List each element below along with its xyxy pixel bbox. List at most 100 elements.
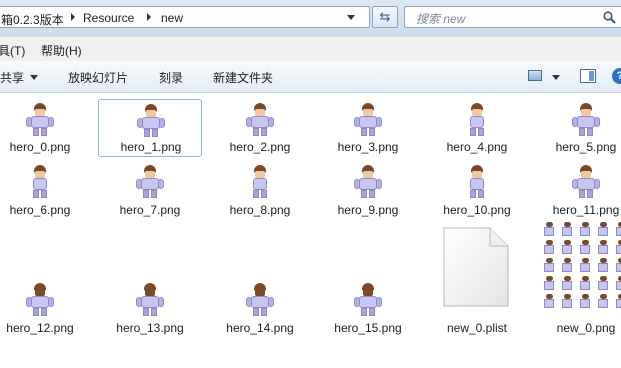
address-history-dropdown-icon[interactable] xyxy=(347,15,355,20)
menu-tools[interactable]: 具(T) xyxy=(0,42,25,59)
hero-sprite-thumbnail xyxy=(352,163,384,199)
file-name: hero_8.png xyxy=(229,203,291,217)
file-name: hero_7.png xyxy=(119,203,181,217)
file-name: hero_0.png xyxy=(9,140,71,154)
search-box[interactable]: 搜索 new xyxy=(404,6,621,28)
share-button[interactable]: 共享 xyxy=(0,69,39,86)
refresh-button[interactable]: ⇆ xyxy=(372,6,398,28)
burn-button[interactable]: 刻录 xyxy=(159,69,183,86)
file-item[interactable]: hero_7.png xyxy=(98,163,202,219)
file-item[interactable]: hero_5.png xyxy=(534,101,621,157)
hero-sprite-thumbnail xyxy=(24,163,56,199)
file-item-selected[interactable]: hero_1.png xyxy=(98,99,202,157)
file-list: hero_0.png hero_1.png hero_2.png hero_3.… xyxy=(0,93,621,368)
file-item[interactable]: hero_11.png xyxy=(534,163,621,219)
sprite-frame xyxy=(577,239,593,257)
view-options-icon[interactable] xyxy=(528,70,542,81)
search-placeholder: 搜索 new xyxy=(416,12,466,26)
file-item[interactable]: new_0.png xyxy=(534,221,621,337)
sprite-frame xyxy=(559,221,575,239)
file-item[interactable]: hero_4.png xyxy=(425,101,529,157)
file-name: new_0.plist xyxy=(446,321,508,335)
sprite-frame xyxy=(559,275,575,293)
chevron-down-icon xyxy=(30,75,39,80)
hero-sprite-thumbnail xyxy=(570,101,602,137)
file-name: hero_15.png xyxy=(334,321,402,335)
sprite-frame xyxy=(541,239,557,257)
slideshow-button[interactable]: 放映幻灯片 xyxy=(68,69,128,86)
file-name: hero_5.png xyxy=(555,140,617,154)
share-label: 共享 xyxy=(0,71,25,85)
breadcrumb-item-new[interactable]: new xyxy=(161,11,183,25)
file-item[interactable]: hero_13.png xyxy=(98,281,202,337)
file-item[interactable]: hero_15.png xyxy=(316,281,420,337)
file-name: hero_9.png xyxy=(337,203,399,217)
document-icon xyxy=(443,227,509,307)
sprite-frame xyxy=(559,293,575,311)
sprite-frame xyxy=(541,293,557,311)
file-item[interactable]: new_0.plist xyxy=(425,227,529,337)
file-item[interactable]: hero_12.png xyxy=(0,281,92,337)
file-name: hero_4.png xyxy=(446,140,508,154)
file-name: hero_3.png xyxy=(337,140,399,154)
sprite-frame xyxy=(613,221,621,239)
new-folder-button[interactable]: 新建文件夹 xyxy=(213,69,273,86)
file-name: hero_1.png xyxy=(120,140,182,154)
file-name: new_0.png xyxy=(556,321,616,335)
hero-sprite-thumbnail xyxy=(244,281,276,317)
hero-sprite-thumbnail xyxy=(244,163,276,199)
search-icon[interactable] xyxy=(603,11,616,24)
hero-sprite-thumbnail xyxy=(24,101,56,137)
sprite-frame xyxy=(559,257,575,275)
breadcrumb-item-version[interactable]: 箱0.2.3版本 xyxy=(1,11,64,28)
sprite-frame xyxy=(541,257,557,275)
sprite-frame xyxy=(577,275,593,293)
sprite-frame xyxy=(577,221,593,239)
command-bar: 共享 放映幻灯片 刻录 新建文件夹 ? xyxy=(0,61,621,93)
refresh-icon: ⇆ xyxy=(379,9,391,24)
sprite-frame xyxy=(595,293,611,311)
sprite-frame xyxy=(595,257,611,275)
menu-help[interactable]: 帮助(H) xyxy=(41,42,82,59)
preview-pane-icon[interactable] xyxy=(580,69,596,83)
sprite-frame xyxy=(613,239,621,257)
file-item[interactable]: hero_3.png xyxy=(316,101,420,157)
chevron-down-icon[interactable] xyxy=(552,75,560,80)
file-item[interactable]: hero_8.png xyxy=(208,163,312,219)
sprite-frame xyxy=(613,257,621,275)
hero-sprite-thumbnail xyxy=(135,102,167,138)
sprite-frame xyxy=(613,275,621,293)
sprite-frame xyxy=(595,239,611,257)
file-name: hero_6.png xyxy=(9,203,71,217)
file-item[interactable]: hero_6.png xyxy=(0,163,92,219)
hero-sprite-thumbnail xyxy=(461,163,493,199)
address-bar[interactable]: 箱0.2.3版本 Resource new xyxy=(0,6,370,28)
hero-sprite-thumbnail xyxy=(134,163,166,199)
hero-sprite-thumbnail xyxy=(570,163,602,199)
file-name: hero_11.png xyxy=(552,203,620,217)
spritesheet-thumbnail xyxy=(541,221,621,313)
sprite-frame xyxy=(559,239,575,257)
sprite-frame xyxy=(541,275,557,293)
file-item[interactable]: hero_10.png xyxy=(425,163,529,219)
sprite-frame xyxy=(577,257,593,275)
breadcrumb-separator-icon[interactable] xyxy=(147,13,151,21)
hero-sprite-thumbnail xyxy=(134,281,166,317)
hero-sprite-thumbnail xyxy=(352,281,384,317)
sprite-frame xyxy=(613,293,621,311)
file-item[interactable]: hero_9.png xyxy=(316,163,420,219)
hero-sprite-thumbnail xyxy=(461,101,493,137)
sprite-frame xyxy=(595,275,611,293)
file-item[interactable]: hero_0.png xyxy=(0,101,92,157)
sprite-frame xyxy=(577,293,593,311)
hero-sprite-thumbnail xyxy=(352,101,384,137)
help-icon[interactable]: ? xyxy=(612,68,621,84)
breadcrumb-item-resource[interactable]: Resource xyxy=(83,11,134,25)
breadcrumb-separator-icon[interactable] xyxy=(71,13,75,21)
file-name: hero_10.png xyxy=(443,203,511,217)
file-item[interactable]: hero_14.png xyxy=(208,281,312,337)
menu-bar: 具(T) 帮助(H) xyxy=(0,37,621,62)
file-name: hero_12.png xyxy=(6,321,74,335)
file-item[interactable]: hero_2.png xyxy=(208,101,312,157)
sprite-frame xyxy=(541,221,557,239)
